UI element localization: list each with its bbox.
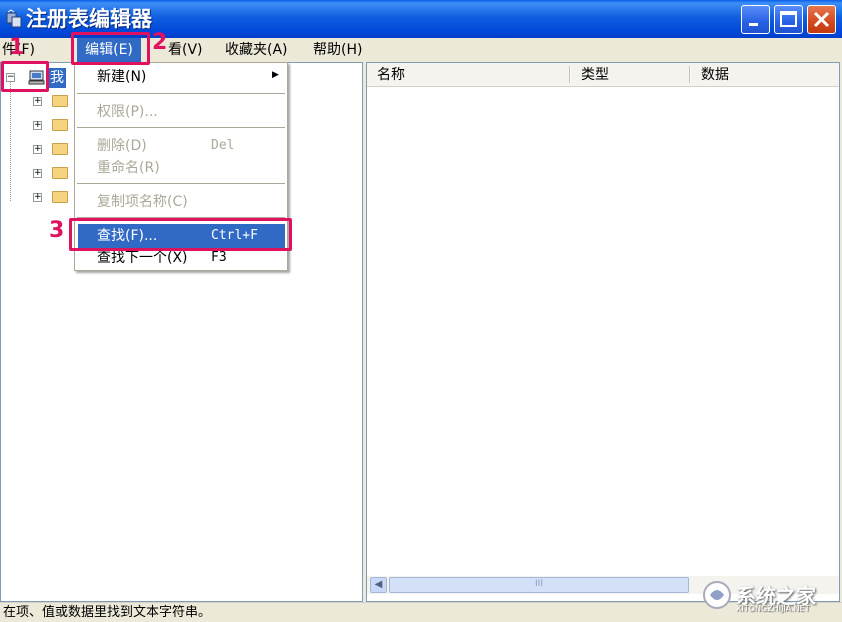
menu-separator [77,93,285,94]
scroll-left-icon[interactable]: ◀ [370,577,387,593]
annotation-number-step2: 2 [152,30,168,55]
maximize-icon [780,11,797,27]
window-title: 注册表编辑器 [26,7,152,31]
column-header-type[interactable]: 类型 [571,63,689,86]
folder-icon [52,143,68,155]
menu-separator [77,183,285,184]
folder-icon [52,95,68,107]
annotation-box-step2 [71,32,150,65]
menu-item-delete[interactable]: 删除(D) [97,135,147,157]
folder-icon [52,119,68,131]
menu-item-copy-key-name[interactable]: 复制项名称(C) [97,191,188,213]
list-header: 名称 类型 数据 [367,63,839,87]
expand-icon[interactable]: + [33,169,42,178]
tree-root-label[interactable]: 我 [48,68,66,88]
annotation-number-step3: 3 [49,218,65,243]
submenu-arrow-icon: ▶ [272,70,279,80]
menu-item-permissions[interactable]: 权限(P)... [97,101,158,123]
minimize-icon [749,23,758,26]
menu-item-new[interactable]: 新建(N) [97,66,146,88]
scroll-thumb[interactable]: III [389,577,689,593]
expand-icon[interactable]: + [33,97,42,106]
values-pane[interactable]: 名称 类型 数据 ◀ III [366,62,840,602]
menu-item-rename[interactable]: 重命名(R) [97,157,160,179]
menu-view[interactable]: 看(V) [168,38,203,62]
column-header-name[interactable]: 名称 [367,63,569,86]
expand-icon[interactable]: + [33,193,42,202]
watermark-logo: 系统之家 XITONGZHIJIA.NET [700,578,840,618]
column-header-data[interactable]: 数据 [691,63,839,86]
menu-favorites[interactable]: 收藏夹(A) [225,38,288,62]
watermark-subtext: XITONGZHIJIA.NET [736,604,810,613]
expand-icon[interactable]: + [33,121,42,130]
annotation-box-step1 [1,61,49,92]
minimize-button[interactable] [741,5,770,34]
shortcut-delete: Del [211,138,235,153]
expand-icon[interactable]: + [33,145,42,154]
watermark-icon [703,581,731,609]
regedit-icon [6,9,22,28]
maximize-button[interactable] [774,5,803,34]
close-icon [813,11,830,28]
menu-separator [77,127,285,128]
menu-help[interactable]: 帮助(H) [313,38,362,62]
annotation-number-step1: 1 [9,35,25,60]
close-button[interactable] [807,5,836,34]
annotation-box-step3 [69,218,292,251]
folder-icon [52,191,68,203]
folder-icon [52,167,68,179]
